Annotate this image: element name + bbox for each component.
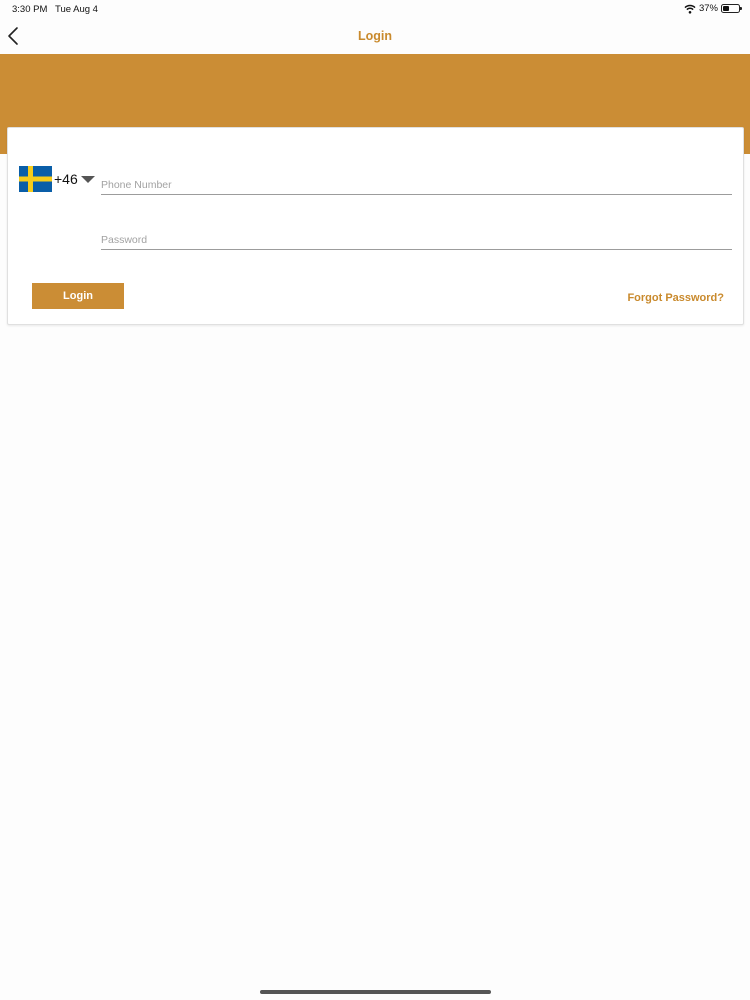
login-screen: 3:30 PM Tue Aug 4 37% Login +46 Phone Nu… bbox=[0, 0, 750, 1000]
navigation-bar: Login bbox=[0, 18, 750, 54]
status-date: Tue Aug 4 bbox=[55, 4, 98, 15]
page-title: Login bbox=[357, 29, 392, 43]
status-indicators: 37% bbox=[684, 3, 742, 14]
status-time: 3:30 PM bbox=[12, 4, 48, 15]
status-bar: 3:30 PM Tue Aug 4 37% bbox=[0, 0, 750, 18]
dial-code: +46 bbox=[54, 171, 78, 187]
battery-icon bbox=[721, 4, 742, 13]
forgot-password-link[interactable]: Forgot Password? bbox=[627, 292, 724, 304]
wifi-icon bbox=[684, 4, 696, 14]
country-code-picker[interactable]: +46 bbox=[19, 165, 95, 193]
battery-tip bbox=[740, 7, 742, 10]
sweden-flag-icon bbox=[19, 166, 52, 192]
home-indicator bbox=[260, 990, 491, 994]
battery-level bbox=[723, 6, 729, 11]
battery-percent: 37% bbox=[698, 3, 718, 14]
phone-number-input[interactable] bbox=[101, 171, 732, 195]
password-input[interactable] bbox=[101, 226, 732, 250]
login-card: +46 Login Forgot Password? bbox=[7, 127, 744, 325]
login-button[interactable]: Login bbox=[32, 283, 124, 309]
caret-down-icon bbox=[80, 176, 95, 183]
